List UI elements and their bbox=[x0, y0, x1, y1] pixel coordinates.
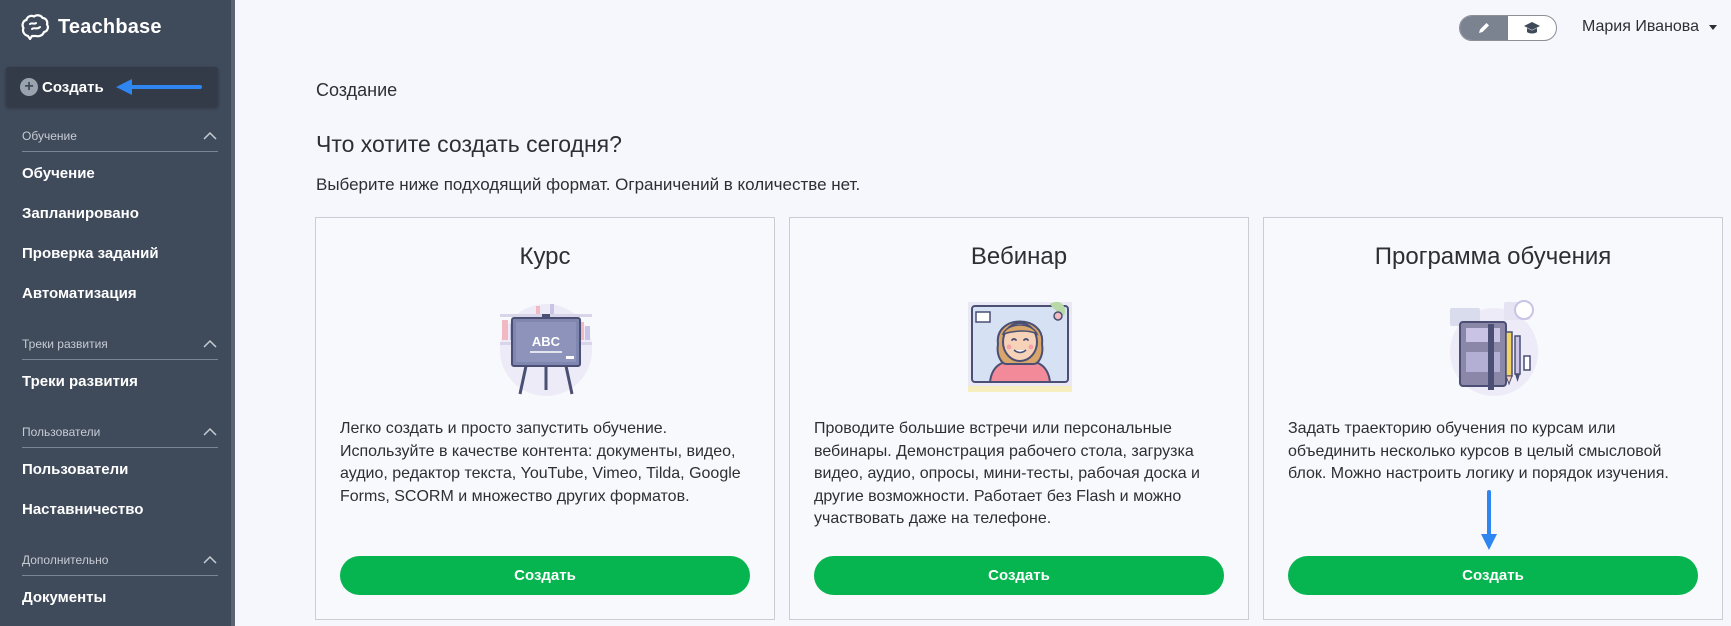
chevron-up-icon bbox=[203, 427, 217, 436]
sidebar-item-tracks[interactable]: Треки развития bbox=[22, 373, 138, 390]
chevron-up-icon bbox=[203, 339, 217, 348]
section-title: Обучение bbox=[22, 129, 77, 143]
card-description: Проводите большие встречи или персональн… bbox=[814, 420, 1200, 527]
section-header-tracks[interactable]: Треки развития bbox=[22, 337, 218, 360]
card-course: Курс ABC Легко создать и просто запустит… bbox=[315, 217, 775, 620]
board-text: ABC bbox=[532, 334, 561, 349]
section-header-users[interactable]: Пользователи bbox=[22, 425, 218, 448]
brand-name: Teachbase bbox=[58, 15, 162, 38]
create-course-button[interactable]: Создать bbox=[340, 556, 750, 595]
section-title: Треки развития bbox=[22, 337, 108, 351]
webinar-person-illustration-icon bbox=[968, 301, 1072, 392]
mode-toggle[interactable] bbox=[1459, 15, 1557, 41]
caret-down-icon bbox=[1709, 24, 1718, 30]
edit-mode-toggle[interactable] bbox=[1460, 16, 1508, 40]
graduation-cap-icon bbox=[1524, 22, 1540, 34]
plus-icon: + bbox=[20, 78, 38, 96]
chevron-up-icon bbox=[203, 555, 217, 564]
sidebar-item-documents[interactable]: Документы bbox=[22, 589, 106, 606]
annotation-arrow-down-icon bbox=[1481, 490, 1497, 550]
page-subtitle: Выберите ниже подходящий формат. Огранич… bbox=[316, 175, 861, 194]
card-description: Легко создать и просто запустить обучени… bbox=[340, 420, 741, 505]
sidebar-item-task-review[interactable]: Проверка заданий bbox=[22, 245, 159, 262]
sidebar-item-mentoring[interactable]: Наставничество bbox=[22, 501, 143, 518]
chevron-up-icon bbox=[203, 131, 217, 140]
sidebar-item-scheduled[interactable]: Запланировано bbox=[22, 205, 139, 222]
section-header-learning[interactable]: Обучение bbox=[22, 129, 218, 152]
learn-mode-toggle[interactable] bbox=[1508, 16, 1556, 40]
brand[interactable]: Teachbase bbox=[20, 12, 162, 42]
card-title: Вебинар bbox=[970, 243, 1068, 270]
section-header-additional[interactable]: Дополнительно bbox=[22, 553, 218, 576]
blackboard-abc-illustration-icon: ABC bbox=[500, 304, 592, 396]
card-description: Задать траекторию обучения по курсам или… bbox=[1288, 420, 1669, 482]
notebook-pencils-illustration-icon bbox=[1450, 300, 1538, 396]
sidebar-create-label: Создать bbox=[42, 78, 104, 96]
annotation-arrow-left-icon bbox=[116, 79, 202, 95]
sidebar-item-learning[interactable]: Обучение bbox=[22, 165, 95, 182]
card-webinar: Вебинар Проводите большие встречи или пе… bbox=[789, 217, 1249, 620]
sidebar-item-users[interactable]: Пользователи bbox=[22, 461, 128, 478]
brain-logo-icon bbox=[21, 14, 49, 41]
pencil-icon bbox=[1479, 23, 1489, 33]
breadcrumb: Создание bbox=[316, 80, 398, 100]
user-name: Мария Иванова bbox=[1582, 18, 1700, 35]
create-program-button[interactable]: Создать bbox=[1288, 556, 1698, 595]
card-title: Программа обучения bbox=[1374, 243, 1612, 270]
create-webinar-button[interactable]: Создать bbox=[814, 556, 1224, 595]
card-title: Курс bbox=[519, 243, 571, 270]
page-title: Что хотите создать сегодня? bbox=[316, 131, 622, 157]
card-learning-program: Программа обучения Задать траекторию обу… bbox=[1263, 217, 1723, 620]
sidebar-item-automation[interactable]: Автоматизация bbox=[22, 285, 137, 302]
user-menu[interactable]: Мария Иванова bbox=[1582, 18, 1718, 36]
section-title: Дополнительно bbox=[22, 553, 109, 567]
section-title: Пользователи bbox=[22, 425, 101, 439]
